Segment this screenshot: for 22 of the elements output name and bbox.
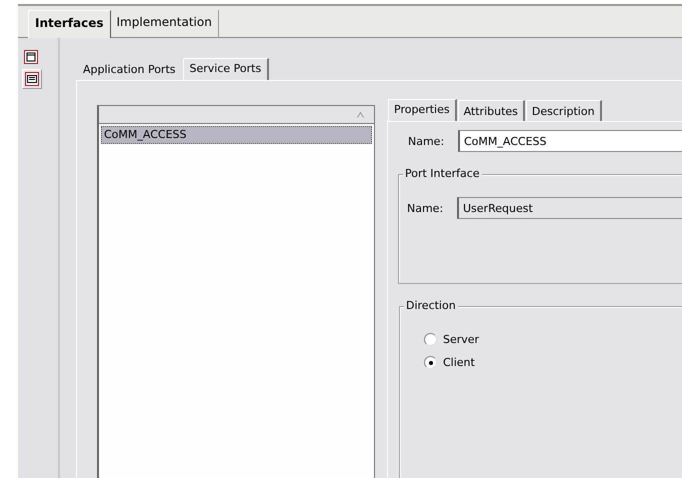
interface-name-field[interactable]: UserRequest [457,197,682,219]
field-label: Name: [406,202,444,214]
radio-label[interactable]: Client [443,356,475,369]
main-tab[interactable]: Interfaces [28,10,111,38]
detail-tab[interactable]: Attributes [458,100,525,121]
detail-tab[interactable]: Description [526,100,602,121]
name-field[interactable]: CoMM_ACCESS [458,130,682,152]
main-tab[interactable]: Implementation [110,10,219,37]
detail-tab[interactable]: Properties [388,99,457,122]
field-label: Name: [407,134,446,148]
column-header[interactable] [99,106,374,124]
port-tab[interactable]: Application Ports [76,58,182,80]
group-title: Port Interface [403,167,482,180]
port-list-item[interactable]: CoMM_ACCESS [101,126,372,144]
radio-label[interactable]: Server [443,333,480,346]
port-tab[interactable]: Service Ports [182,58,270,81]
list-icon[interactable] [22,69,42,89]
window-icon[interactable] [22,48,40,66]
radio-button[interactable] [424,333,437,346]
group-title: Direction [404,299,458,312]
radio-button[interactable] [424,356,437,369]
sort-icon [357,112,364,118]
